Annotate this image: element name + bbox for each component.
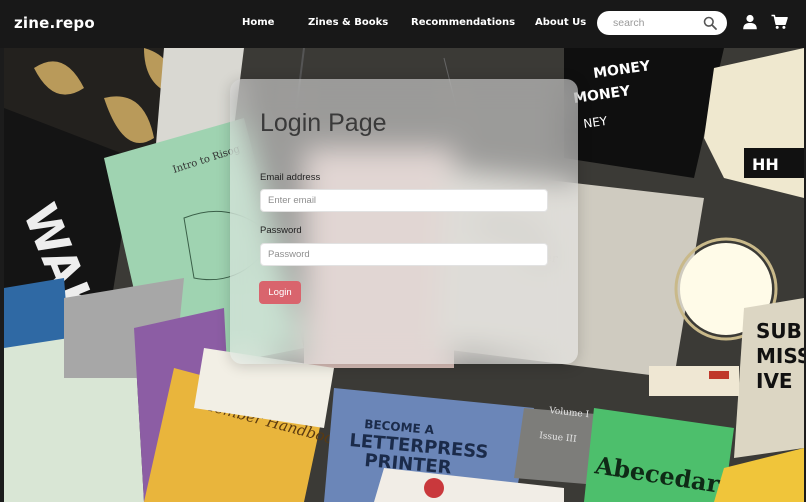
svg-text:MISS: MISS bbox=[756, 344, 804, 368]
svg-text:SUB: SUB bbox=[756, 319, 802, 343]
page-title: Login Page bbox=[260, 109, 387, 137]
navbar: zine.repo Home Zines & Books Recommendat… bbox=[0, 0, 806, 48]
svg-text:HH: HH bbox=[752, 155, 779, 174]
search-bar bbox=[597, 11, 727, 35]
nav-recommendations[interactable]: Recommendations bbox=[411, 17, 515, 28]
search-icon[interactable] bbox=[703, 16, 717, 30]
login-card: Login Page Email address Password Login bbox=[230, 79, 578, 364]
svg-text:IVE: IVE bbox=[756, 369, 793, 393]
nav-about-us[interactable]: About Us bbox=[535, 17, 586, 28]
email-field[interactable] bbox=[260, 189, 548, 212]
password-field[interactable] bbox=[260, 243, 548, 266]
nav-zines-books[interactable]: Zines & Books bbox=[308, 17, 388, 28]
cart-icon[interactable] bbox=[771, 14, 788, 30]
nav-home[interactable]: Home bbox=[242, 17, 274, 28]
search-input[interactable] bbox=[613, 12, 713, 34]
email-label: Email address bbox=[260, 172, 321, 183]
user-icon[interactable] bbox=[742, 14, 758, 30]
login-button[interactable]: Login bbox=[259, 281, 301, 304]
password-label: Password bbox=[260, 225, 302, 236]
